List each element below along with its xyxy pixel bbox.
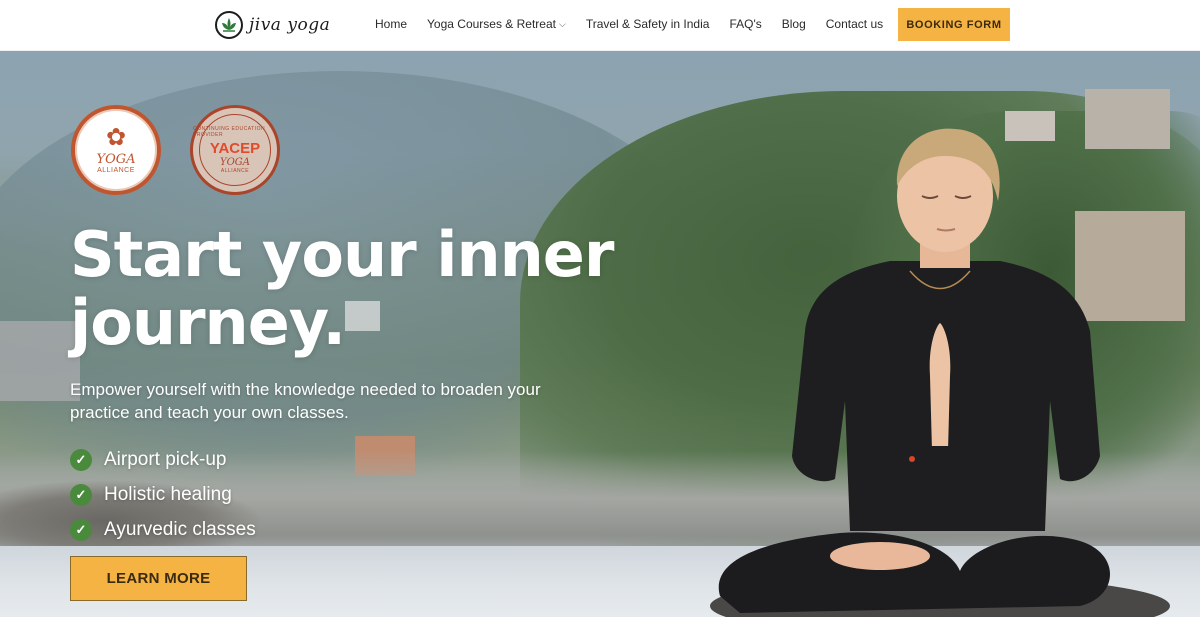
badge-line: YOGA	[96, 152, 136, 167]
nav-item-faqs[interactable]: FAQ's	[729, 17, 761, 31]
check-circle-icon: ✓	[70, 483, 92, 506]
nav-item-label: Contact us	[825, 17, 884, 31]
nav-item-label: Travel & Safety in India	[585, 17, 710, 31]
headline-line: Start your inner	[70, 218, 614, 291]
nav-item-blog[interactable]: Blog	[782, 17, 806, 31]
brand-logo[interactable]: jiva yoga	[215, 9, 330, 41]
nav-item-travel-safety[interactable]: Travel & Safety in India	[586, 17, 710, 31]
yacep-badge: CONTINUING EDUCATION PROVIDER YACEP YOGA…	[190, 105, 280, 195]
feature-label: Ayurvedic classes	[104, 518, 256, 540]
list-item: ✓ Airport pick-up	[70, 442, 256, 477]
nav-item-label: Home	[375, 17, 408, 31]
check-circle-icon: ✓	[70, 518, 92, 541]
yoga-alliance-badge: ✿ YOGA ALLIANCE	[71, 105, 161, 195]
lotus-icon: ✿	[105, 124, 127, 151]
list-item: ✓ Holistic healing	[70, 477, 256, 512]
headline-line: journey.	[70, 286, 346, 359]
brand-name: jiva yoga	[249, 15, 331, 35]
hero-subtitle: Empower yourself with the knowledge need…	[70, 380, 541, 422]
chevron-down-icon: ⌵	[558, 18, 566, 29]
badge-line: ALLIANCE	[97, 167, 135, 174]
nav-item-yoga-courses[interactable]: Yoga Courses & Retreat ⌵	[427, 17, 566, 31]
main-menu: Home Yoga Courses & Retreat ⌵ Travel & Sa…	[375, 0, 903, 48]
badge-ring	[199, 114, 271, 186]
nav-item-contact[interactable]: Contact us	[826, 17, 883, 31]
check-circle-icon: ✓	[70, 448, 92, 471]
meditating-woman-image	[710, 128, 1170, 617]
top-navbar: jiva yoga Home Yoga Courses & Retreat ⌵ T…	[0, 0, 1200, 51]
booking-form-button[interactable]: BOOKING FORM	[898, 8, 1010, 41]
nav-item-label: Yoga Courses & Retreat	[427, 17, 556, 31]
nav-item-label: Blog	[781, 17, 806, 31]
nav-item-label: FAQ's	[729, 17, 762, 31]
feature-label: Holistic healing	[104, 483, 232, 505]
learn-more-button[interactable]: LEARN MORE	[70, 556, 247, 601]
background-building	[0, 321, 80, 401]
feature-label: Airport pick-up	[104, 448, 227, 470]
list-item: ✓ Ayurvedic classes	[70, 512, 256, 547]
hero-section: ✿ YOGA ALLIANCE CONTINUING EDUCATION PRO…	[0, 51, 1200, 617]
hero-headline: Start your inner journey.	[70, 221, 630, 357]
feature-list: ✓ Airport pick-up ✓ Holistic healing ✓ A…	[70, 442, 256, 547]
nav-item-home[interactable]: Home	[375, 17, 407, 31]
lotus-icon	[215, 11, 243, 39]
